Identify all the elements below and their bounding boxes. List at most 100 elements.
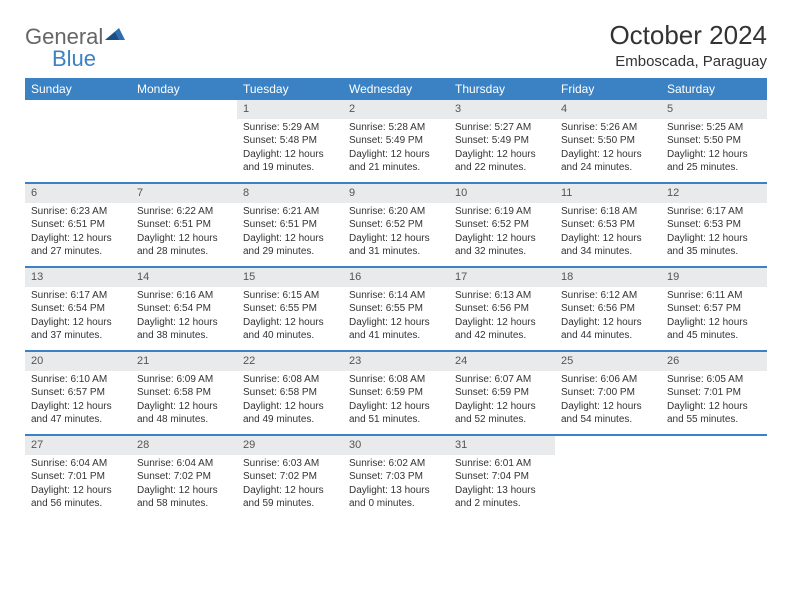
day-number: 30 — [343, 436, 449, 455]
calendar-cell: 7Sunrise: 6:22 AMSunset: 6:51 PMDaylight… — [131, 183, 237, 267]
calendar-cell: 6Sunrise: 6:23 AMSunset: 6:51 PMDaylight… — [25, 183, 131, 267]
day-number: 2 — [343, 100, 449, 119]
day-content: Sunrise: 6:11 AMSunset: 6:57 PMDaylight:… — [661, 287, 767, 347]
calendar-cell: 22Sunrise: 6:08 AMSunset: 6:58 PMDayligh… — [237, 351, 343, 435]
day-content: Sunrise: 5:28 AMSunset: 5:49 PMDaylight:… — [343, 119, 449, 179]
calendar-cell: 14Sunrise: 6:16 AMSunset: 6:54 PMDayligh… — [131, 267, 237, 351]
calendar-cell: 15Sunrise: 6:15 AMSunset: 6:55 PMDayligh… — [237, 267, 343, 351]
day-content: Sunrise: 6:16 AMSunset: 6:54 PMDaylight:… — [131, 287, 237, 347]
day-number: 24 — [449, 352, 555, 371]
day-number: 17 — [449, 268, 555, 287]
weekday-header: Monday — [131, 78, 237, 100]
calendar-cell: 11Sunrise: 6:18 AMSunset: 6:53 PMDayligh… — [555, 183, 661, 267]
header: General October 2024 Emboscada, Paraguay — [25, 20, 767, 70]
calendar-cell: 12Sunrise: 6:17 AMSunset: 6:53 PMDayligh… — [661, 183, 767, 267]
day-content: Sunrise: 6:17 AMSunset: 6:53 PMDaylight:… — [661, 203, 767, 263]
day-number: 25 — [555, 352, 661, 371]
day-number: 18 — [555, 268, 661, 287]
day-number: 9 — [343, 184, 449, 203]
day-content: Sunrise: 6:12 AMSunset: 6:56 PMDaylight:… — [555, 287, 661, 347]
day-content: Sunrise: 5:25 AMSunset: 5:50 PMDaylight:… — [661, 119, 767, 179]
calendar-cell: .. — [555, 435, 661, 518]
calendar-cell: 16Sunrise: 6:14 AMSunset: 6:55 PMDayligh… — [343, 267, 449, 351]
day-number: 8 — [237, 184, 343, 203]
day-number: 3 — [449, 100, 555, 119]
weekday-header: Thursday — [449, 78, 555, 100]
day-content: Sunrise: 5:29 AMSunset: 5:48 PMDaylight:… — [237, 119, 343, 179]
calendar-cell: 25Sunrise: 6:06 AMSunset: 7:00 PMDayligh… — [555, 351, 661, 435]
calendar-cell: 4Sunrise: 5:26 AMSunset: 5:50 PMDaylight… — [555, 100, 661, 183]
day-content: Sunrise: 6:23 AMSunset: 6:51 PMDaylight:… — [25, 203, 131, 263]
calendar-cell: 20Sunrise: 6:10 AMSunset: 6:57 PMDayligh… — [25, 351, 131, 435]
day-number: 19 — [661, 268, 767, 287]
day-number: 12 — [661, 184, 767, 203]
calendar-cell: 31Sunrise: 6:01 AMSunset: 7:04 PMDayligh… — [449, 435, 555, 518]
day-number: 11 — [555, 184, 661, 203]
day-content: Sunrise: 6:18 AMSunset: 6:53 PMDaylight:… — [555, 203, 661, 263]
calendar-cell: .. — [661, 435, 767, 518]
day-content: Sunrise: 6:01 AMSunset: 7:04 PMDaylight:… — [449, 455, 555, 515]
day-number: 31 — [449, 436, 555, 455]
day-content: Sunrise: 5:26 AMSunset: 5:50 PMDaylight:… — [555, 119, 661, 179]
day-number: 6 — [25, 184, 131, 203]
day-number: 20 — [25, 352, 131, 371]
day-number: 21 — [131, 352, 237, 371]
day-content: Sunrise: 6:17 AMSunset: 6:54 PMDaylight:… — [25, 287, 131, 347]
calendar-cell: 9Sunrise: 6:20 AMSunset: 6:52 PMDaylight… — [343, 183, 449, 267]
day-content: Sunrise: 6:05 AMSunset: 7:01 PMDaylight:… — [661, 371, 767, 431]
day-number: 27 — [25, 436, 131, 455]
calendar-cell: 30Sunrise: 6:02 AMSunset: 7:03 PMDayligh… — [343, 435, 449, 518]
calendar-cell: 17Sunrise: 6:13 AMSunset: 6:56 PMDayligh… — [449, 267, 555, 351]
calendar-cell: .. — [131, 100, 237, 183]
calendar-cell: 29Sunrise: 6:03 AMSunset: 7:02 PMDayligh… — [237, 435, 343, 518]
weekday-header: Wednesday — [343, 78, 449, 100]
day-number: 22 — [237, 352, 343, 371]
day-number: 13 — [25, 268, 131, 287]
day-number: 14 — [131, 268, 237, 287]
day-content: Sunrise: 6:19 AMSunset: 6:52 PMDaylight:… — [449, 203, 555, 263]
day-content: Sunrise: 6:10 AMSunset: 6:57 PMDaylight:… — [25, 371, 131, 431]
brand-text-2: Blue — [52, 46, 96, 72]
calendar-cell: 24Sunrise: 6:07 AMSunset: 6:59 PMDayligh… — [449, 351, 555, 435]
day-content: Sunrise: 6:07 AMSunset: 6:59 PMDaylight:… — [449, 371, 555, 431]
calendar-cell: 13Sunrise: 6:17 AMSunset: 6:54 PMDayligh… — [25, 267, 131, 351]
calendar-cell: 1Sunrise: 5:29 AMSunset: 5:48 PMDaylight… — [237, 100, 343, 183]
day-content: Sunrise: 6:22 AMSunset: 6:51 PMDaylight:… — [131, 203, 237, 263]
weekday-header: Tuesday — [237, 78, 343, 100]
day-number: 10 — [449, 184, 555, 203]
day-number: 5 — [661, 100, 767, 119]
day-number: 23 — [343, 352, 449, 371]
day-content: Sunrise: 6:03 AMSunset: 7:02 PMDaylight:… — [237, 455, 343, 515]
calendar-cell: 26Sunrise: 6:05 AMSunset: 7:01 PMDayligh… — [661, 351, 767, 435]
calendar-cell: 2Sunrise: 5:28 AMSunset: 5:49 PMDaylight… — [343, 100, 449, 183]
day-number: 28 — [131, 436, 237, 455]
day-content: Sunrise: 5:27 AMSunset: 5:49 PMDaylight:… — [449, 119, 555, 179]
calendar-cell: 3Sunrise: 5:27 AMSunset: 5:49 PMDaylight… — [449, 100, 555, 183]
calendar-table: SundayMondayTuesdayWednesdayThursdayFrid… — [25, 78, 767, 518]
day-content: Sunrise: 6:13 AMSunset: 6:56 PMDaylight:… — [449, 287, 555, 347]
calendar-cell: 18Sunrise: 6:12 AMSunset: 6:56 PMDayligh… — [555, 267, 661, 351]
calendar-cell: 21Sunrise: 6:09 AMSunset: 6:58 PMDayligh… — [131, 351, 237, 435]
weekday-header: Sunday — [25, 78, 131, 100]
day-content: Sunrise: 6:08 AMSunset: 6:59 PMDaylight:… — [343, 371, 449, 431]
calendar-header-row: SundayMondayTuesdayWednesdayThursdayFrid… — [25, 78, 767, 100]
calendar-cell: 8Sunrise: 6:21 AMSunset: 6:51 PMDaylight… — [237, 183, 343, 267]
day-number: 4 — [555, 100, 661, 119]
day-number: 26 — [661, 352, 767, 371]
page-title: October 2024 — [609, 20, 767, 51]
calendar-cell: 23Sunrise: 6:08 AMSunset: 6:59 PMDayligh… — [343, 351, 449, 435]
day-content: Sunrise: 6:02 AMSunset: 7:03 PMDaylight:… — [343, 455, 449, 515]
day-number: 16 — [343, 268, 449, 287]
day-content: Sunrise: 6:15 AMSunset: 6:55 PMDaylight:… — [237, 287, 343, 347]
title-block: October 2024 Emboscada, Paraguay — [609, 20, 767, 70]
day-content: Sunrise: 6:21 AMSunset: 6:51 PMDaylight:… — [237, 203, 343, 263]
weekday-header: Saturday — [661, 78, 767, 100]
calendar-cell: 5Sunrise: 5:25 AMSunset: 5:50 PMDaylight… — [661, 100, 767, 183]
calendar-cell: 10Sunrise: 6:19 AMSunset: 6:52 PMDayligh… — [449, 183, 555, 267]
calendar-cell: 28Sunrise: 6:04 AMSunset: 7:02 PMDayligh… — [131, 435, 237, 518]
calendar-cell: 27Sunrise: 6:04 AMSunset: 7:01 PMDayligh… — [25, 435, 131, 518]
day-content: Sunrise: 6:09 AMSunset: 6:58 PMDaylight:… — [131, 371, 237, 431]
triangle-icon — [105, 26, 127, 42]
day-number: 29 — [237, 436, 343, 455]
weekday-header: Friday — [555, 78, 661, 100]
